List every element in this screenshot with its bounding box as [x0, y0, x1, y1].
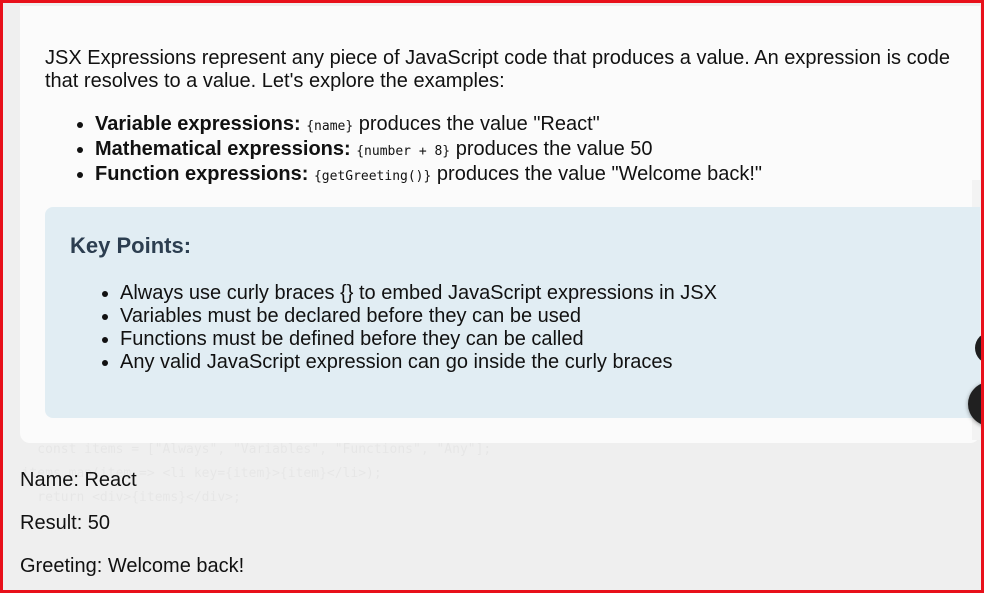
expression-code: {number + 8}	[356, 144, 451, 159]
list-item: Mathematical expressions: {number + 8} p…	[95, 138, 762, 163]
list-item: Variables must be declared before they c…	[120, 305, 717, 328]
list-item: Always use curly braces {} to embed Java…	[120, 282, 717, 305]
expression-label: Mathematical expressions:	[95, 138, 351, 160]
expressions-list: Variable expressions: {name} produces th…	[75, 113, 762, 188]
expression-desc: produces the value "Welcome back!"	[436, 163, 763, 185]
output-name: Name: React	[20, 469, 137, 491]
output-greeting: Greeting: Welcome back!	[20, 555, 245, 577]
key-points-list: Always use curly braces {} to embed Java…	[100, 282, 717, 374]
list-item: Functions must be defined before they ca…	[120, 328, 717, 351]
expression-code: {name}	[306, 119, 354, 134]
expression-desc: produces the value "React"	[358, 113, 600, 135]
output-result: Result: 50	[20, 512, 111, 534]
expression-label: Function expressions:	[95, 163, 309, 185]
expression-code: {getGreeting()}	[313, 169, 432, 184]
list-item: Function expressions: {getGreeting()} pr…	[95, 163, 762, 188]
expression-desc: produces the value 50	[455, 138, 653, 160]
intro-paragraph: JSX Expressions represent any piece of J…	[45, 47, 950, 92]
key-points-box: Key Points: Always use curly braces {} t…	[45, 207, 980, 418]
key-points-title: Key Points:	[70, 233, 192, 258]
list-item: Any valid JavaScript expression can go i…	[120, 351, 717, 374]
list-item: Variable expressions: {name} produces th…	[95, 113, 762, 138]
expression-label: Variable expressions:	[95, 113, 301, 135]
